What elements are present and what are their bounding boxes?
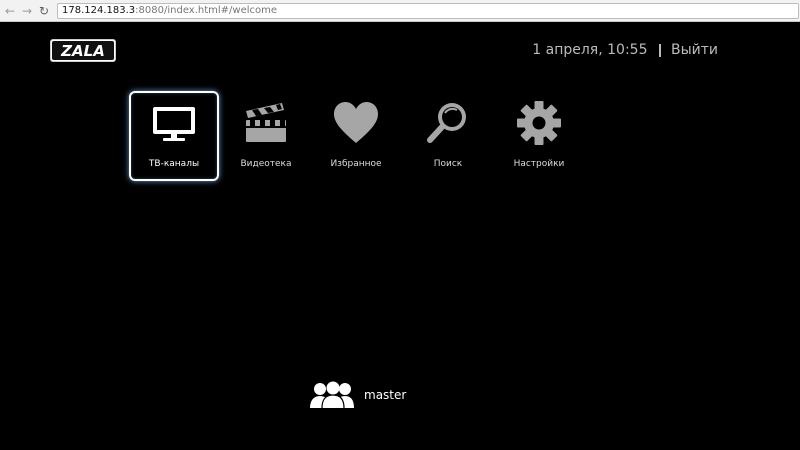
magnifier-icon xyxy=(424,99,472,147)
menu-item-label: Настройки xyxy=(513,159,565,169)
heart-icon xyxy=(332,99,380,147)
menu-item-settings[interactable]: Настройки xyxy=(494,91,584,181)
menu-item-label: Избранное xyxy=(330,159,382,169)
browser-toolbar: ← → ↻ 178.124.183.3:8080/index.html#/wel… xyxy=(0,0,800,22)
user-profile[interactable]: master xyxy=(309,380,406,410)
menu-item-search[interactable]: Поиск xyxy=(403,91,493,181)
back-arrow-icon[interactable]: ← xyxy=(3,3,17,19)
forward-arrow-icon[interactable]: → xyxy=(20,3,34,19)
menu-item-label: Поиск xyxy=(433,159,463,169)
address-bar[interactable]: 178.124.183.3:8080/index.html#/welcome xyxy=(57,2,799,19)
menu-item-tv-channels[interactable]: ТВ-каналы xyxy=(129,91,219,181)
menu-item-label: ТВ-каналы xyxy=(148,159,200,169)
header-divider xyxy=(659,43,661,57)
url-host: 178.124.183.3 xyxy=(62,5,136,16)
tv-icon xyxy=(150,99,198,147)
menu-item-label: Видеотека xyxy=(240,159,292,169)
users-icon xyxy=(309,381,355,409)
menu-item-video-library[interactable]: Видеотека xyxy=(221,91,311,181)
datetime-text: 1 апреля, 10:55 xyxy=(532,42,648,58)
logo-text: ZALA xyxy=(52,41,114,60)
url-path: :8080/index.html#/welcome xyxy=(135,5,278,16)
gear-icon xyxy=(515,99,563,147)
header-right: 1 апреля, 10:55 Выйти xyxy=(532,40,718,60)
user-name: master xyxy=(364,388,407,402)
zala-logo: ZALA xyxy=(50,39,116,62)
reload-icon[interactable]: ↻ xyxy=(37,3,51,19)
menu-item-favorites[interactable]: Избранное xyxy=(311,91,401,181)
clapperboard-icon xyxy=(242,99,290,147)
logout-link[interactable]: Выйти xyxy=(671,42,718,58)
